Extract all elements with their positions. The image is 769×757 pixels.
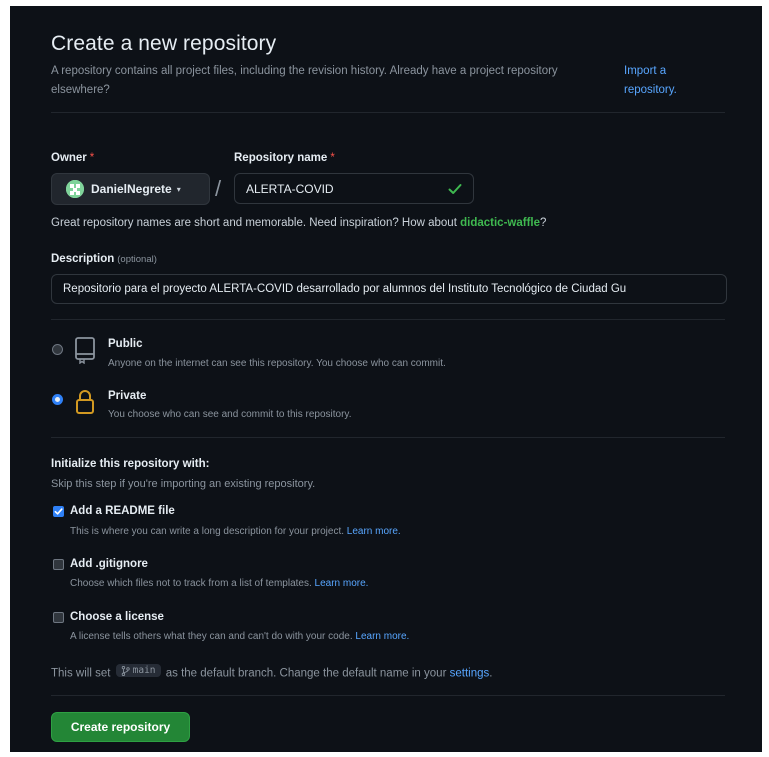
license-checkbox[interactable] — [53, 612, 64, 623]
gitignore-learn-more-link[interactable]: Learn more. — [315, 578, 369, 589]
new-repo-panel: Create a new repository A repository con… — [10, 6, 762, 752]
init-subtitle: Skip this step if you're importing an ex… — [51, 478, 316, 490]
branch-pill: main — [115, 664, 161, 677]
license-title: Choose a license — [70, 611, 164, 623]
description-label: Description (optional) — [51, 253, 157, 265]
radio-public[interactable] — [52, 344, 63, 355]
divider — [51, 319, 725, 320]
gitignore-desc: Choose which files not to track from a l… — [70, 578, 369, 589]
public-desc: Anyone on the internet can see this repo… — [108, 358, 446, 369]
default-branch-note: This will set main as the default branch… — [51, 664, 493, 680]
divider — [51, 112, 725, 113]
private-desc: You choose who can see and commit to thi… — [108, 409, 352, 420]
readme-checkbox[interactable] — [53, 506, 64, 517]
readme-learn-more-link[interactable]: Learn more. — [347, 526, 401, 537]
check-icon — [54, 508, 63, 515]
avatar-icon — [66, 180, 84, 198]
create-repository-button[interactable]: Create repository — [51, 712, 190, 742]
import-repository-link[interactable]: Import a repository. — [624, 62, 714, 100]
gitignore-title: Add .gitignore — [70, 558, 148, 570]
name-hint: Great repository names are short and mem… — [51, 217, 547, 229]
public-title: Public — [108, 338, 143, 350]
license-desc: A license tells others what they can and… — [70, 631, 410, 642]
repo-name-label: Repository name * — [234, 152, 335, 164]
divider — [51, 695, 725, 696]
owner-select[interactable]: DanielNegrete ▾ — [51, 173, 210, 205]
repo-icon — [75, 337, 95, 364]
owner-label: Owner * — [51, 152, 95, 164]
git-branch-icon — [121, 665, 130, 676]
owner-value: DanielNegrete — [91, 182, 172, 196]
settings-link[interactable]: settings — [450, 668, 490, 680]
private-title: Private — [108, 390, 147, 402]
owner-repo-separator: / — [215, 176, 222, 201]
description-input[interactable]: Repositorio para el proyecto ALERTA-COVI… — [51, 274, 727, 304]
divider — [51, 437, 725, 438]
readme-title: Add a README file — [70, 505, 175, 517]
name-suggestion[interactable]: didactic-waffle — [460, 217, 540, 229]
init-title: Initialize this repository with: — [51, 458, 210, 470]
page-intro: A repository contains all project files,… — [51, 65, 558, 96]
check-icon — [448, 184, 462, 194]
repo-name-input[interactable]: ALERTA-COVID — [234, 173, 474, 204]
license-learn-more-link[interactable]: Learn more. — [355, 631, 409, 642]
radio-private[interactable] — [52, 394, 63, 405]
lock-icon — [76, 390, 94, 414]
page-title: Create a new repository — [51, 32, 277, 55]
gitignore-checkbox[interactable] — [53, 559, 64, 570]
description-value: Repositorio para el proyecto ALERTA-COVI… — [63, 283, 627, 295]
repo-name-value: ALERTA-COVID — [246, 181, 334, 196]
chevron-down-icon: ▾ — [176, 184, 181, 194]
readme-desc: This is where you can write a long descr… — [70, 526, 401, 537]
